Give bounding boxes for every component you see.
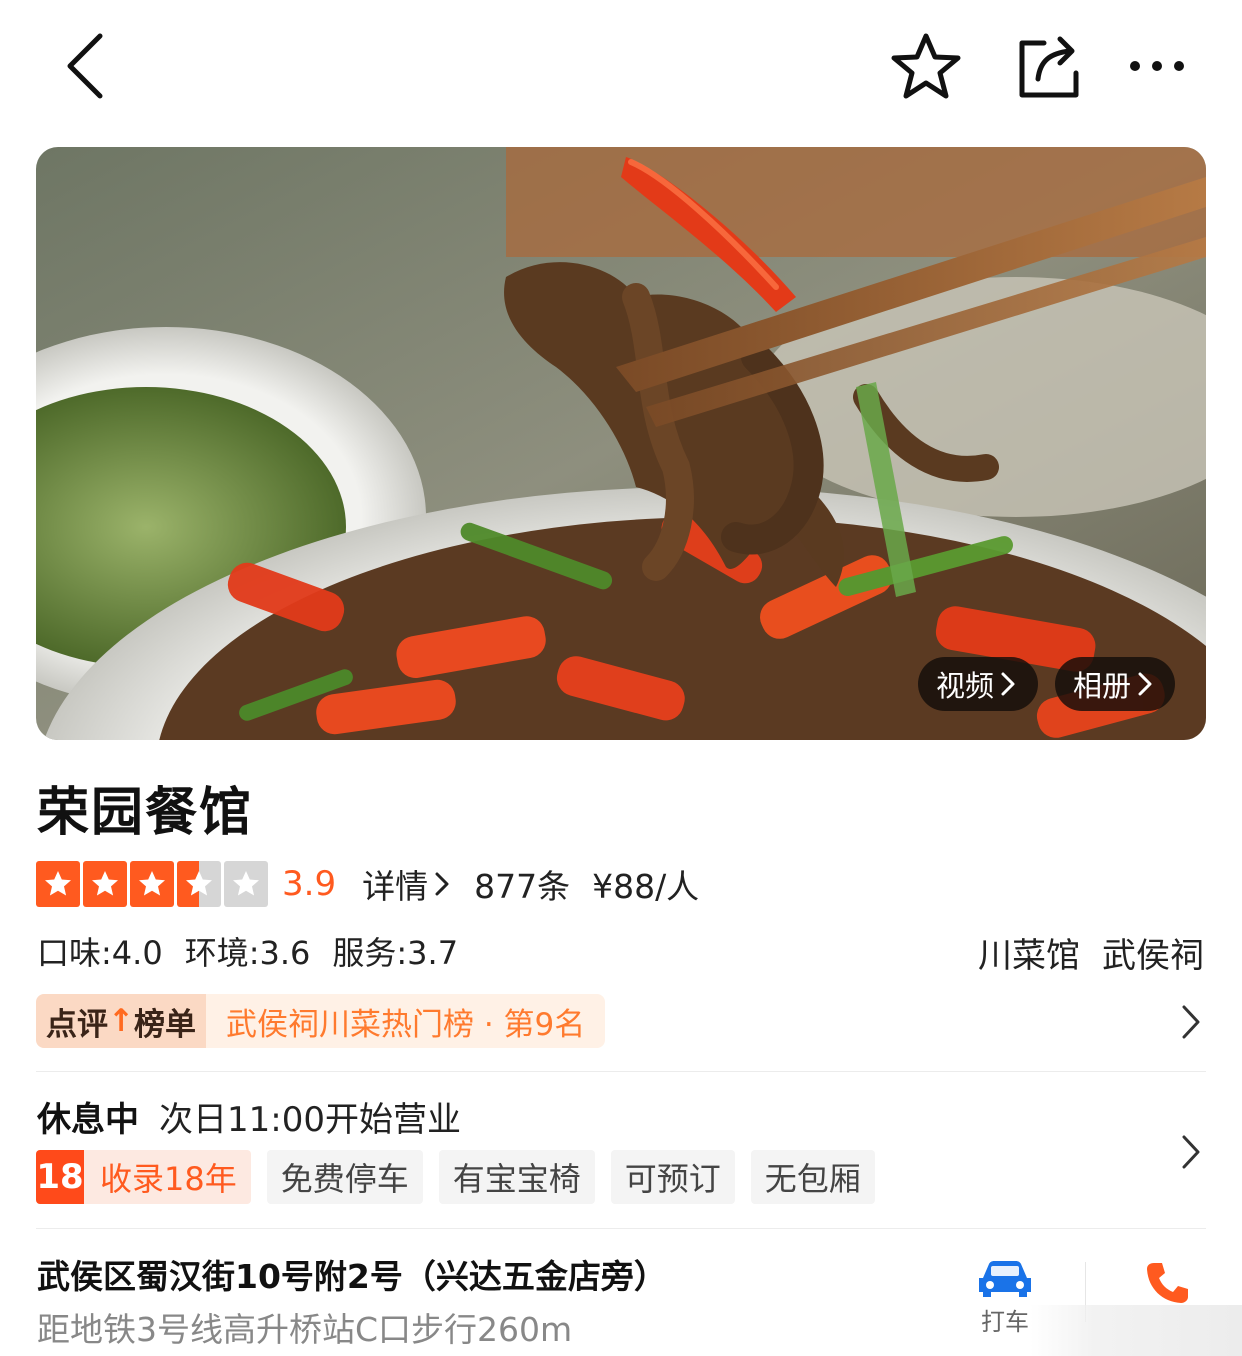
- star-icon: [130, 861, 174, 907]
- top-bar: [0, 0, 1242, 130]
- car-icon: [979, 1261, 1031, 1297]
- ranking-badge: 点评 ↑ 榜单: [36, 994, 206, 1048]
- taxi-label: 打车: [981, 1308, 1029, 1336]
- chevron-right-icon[interactable]: [1176, 1002, 1206, 1042]
- area-tag[interactable]: 武侯祠: [1102, 928, 1204, 977]
- rating-row: 3.9 详情 877条 ¥88/人: [36, 860, 699, 908]
- review-count[interactable]: 877条: [474, 860, 570, 908]
- shop-name: 荣园餐馆: [37, 783, 254, 843]
- video-label: 视频: [936, 669, 995, 703]
- star-icon: [177, 861, 221, 907]
- album-label: 相册: [1073, 669, 1132, 703]
- environment-score: 环境:3.6: [184, 934, 311, 972]
- years-number-badge: 18: [36, 1150, 84, 1204]
- category-tag[interactable]: 川菜馆: [978, 928, 1080, 977]
- next-open-time: 次日11:00开始营业: [159, 1100, 461, 1140]
- feature-chips: 18 收录18年 免费停车 有宝宝椅 可预订 无包厢: [36, 1150, 875, 1204]
- hero-photo[interactable]: [36, 147, 1206, 740]
- years-listed-label: 收录18年: [100, 1160, 237, 1198]
- arrow-up-icon: ↑: [108, 1003, 134, 1039]
- phone-icon[interactable]: [1140, 1256, 1194, 1310]
- years-listed-chip: 18 收录18年: [36, 1150, 251, 1204]
- feature-chip: 可预订: [610, 1150, 735, 1204]
- chevron-right-icon: [1138, 672, 1152, 696]
- rating-score: 3.9: [282, 864, 337, 904]
- ranking-badge-left: 点评: [46, 1006, 108, 1043]
- feature-chip: 免费停车: [266, 1150, 423, 1204]
- feature-chip: 有宝宝椅: [438, 1150, 595, 1204]
- business-hours[interactable]: 休息中 次日11:00开始营业: [37, 1092, 461, 1141]
- service-score: 服务:3.7: [332, 934, 459, 972]
- star-rating: [36, 861, 268, 907]
- shop-address[interactable]: 武侯区蜀汉街10号附2号（兴达五金店旁）: [37, 1250, 667, 1298]
- chevron-right-icon[interactable]: [1176, 1132, 1206, 1172]
- open-status: 休息中: [37, 1100, 139, 1140]
- share-icon[interactable]: [1010, 30, 1086, 102]
- chevron-right-icon: [435, 872, 449, 896]
- ranking-banner[interactable]: 点评 ↑ 榜单 武侯祠川菜热门榜 · 第9名: [36, 994, 606, 1048]
- video-button[interactable]: 视频: [918, 657, 1038, 711]
- star-icon: [224, 861, 268, 907]
- home-indicator-overlay: [1030, 1305, 1242, 1356]
- feature-chip: 无包厢: [750, 1150, 875, 1204]
- rating-detail-link[interactable]: 详情: [362, 860, 450, 908]
- star-icon: [83, 861, 127, 907]
- category-tags: 川菜馆 武侯祠: [978, 928, 1204, 977]
- price-per-person: ¥88/人: [592, 867, 700, 906]
- star-outline-icon[interactable]: [888, 30, 964, 102]
- sub-scores: 口味:4.0 环境:3.6 服务:3.7: [37, 928, 458, 974]
- divider: [36, 1071, 1206, 1072]
- detail-label: 详情: [362, 867, 429, 906]
- album-button[interactable]: 相册: [1055, 657, 1175, 711]
- ranking-badge-right: 榜单: [133, 1006, 196, 1043]
- taste-score: 口味:4.0: [37, 934, 163, 972]
- ranking-text: 武侯祠川菜热门榜 · 第9名: [206, 994, 606, 1048]
- metro-distance: 距地铁3号线高升桥站C口步行260m: [37, 1310, 573, 1349]
- more-dots-icon[interactable]: [1122, 30, 1192, 102]
- divider: [36, 1228, 1206, 1229]
- star-icon: [36, 861, 80, 907]
- back-arrow-icon[interactable]: [52, 30, 116, 102]
- chevron-right-icon: [1001, 672, 1015, 696]
